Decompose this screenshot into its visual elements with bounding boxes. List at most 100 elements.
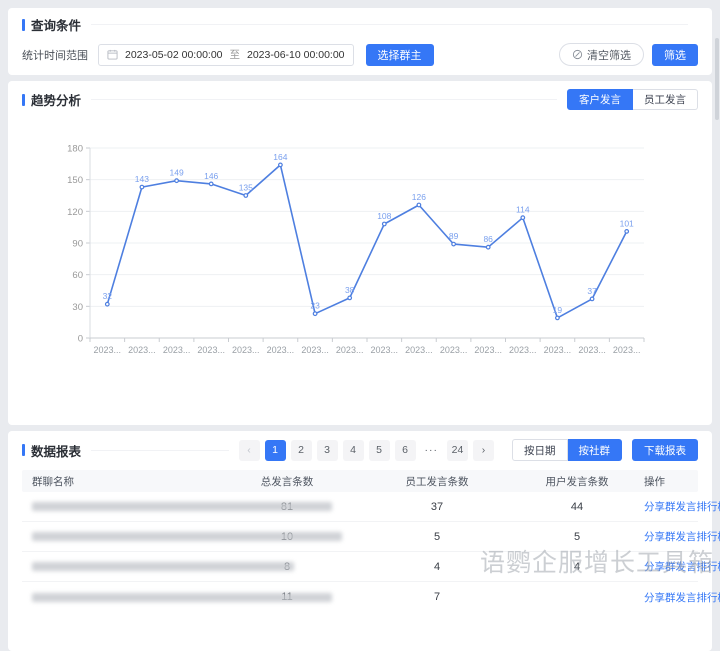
trend-line-chart: 0306090120150180322023...1432023...14920…	[56, 134, 656, 372]
report-title-text: 数据报表	[31, 441, 81, 460]
svg-text:60: 60	[72, 270, 83, 281]
title-accent-bar	[22, 94, 25, 106]
svg-text:2023...: 2023...	[197, 345, 225, 355]
svg-text:146: 146	[204, 171, 218, 181]
trend-section-title: 趋势分析	[22, 90, 81, 109]
share-ranking-link[interactable]: 分享群发言排行榜	[644, 592, 720, 604]
divider	[91, 24, 688, 25]
clear-icon	[572, 49, 583, 60]
speech-type-toggle: 客户发言 员工发言	[567, 89, 698, 110]
by-date-button[interactable]: 按日期	[512, 439, 568, 461]
toggle-customer-speech[interactable]: 客户发言	[567, 89, 633, 110]
query-section-title: 查询条件	[22, 15, 81, 34]
svg-text:2023...: 2023...	[336, 345, 364, 355]
select-group-owner-button[interactable]: 选择群主	[366, 44, 434, 66]
report-table: 群聊名称 总发言条数 员工发言条数 用户发言条数 操作 813744分享群发言排…	[22, 470, 698, 612]
report-mode-toggle: 按日期 按社群	[512, 439, 622, 461]
pagination-page-3[interactable]: 3	[317, 440, 338, 461]
svg-text:2023...: 2023...	[544, 345, 572, 355]
trend-analysis-card: 趋势分析 客户发言 员工发言 0306090120150180322023...…	[8, 81, 712, 425]
clear-filter-label: 清空筛选	[587, 47, 631, 63]
pagination-next-button[interactable]: ›	[473, 440, 494, 461]
date-separator: 至	[230, 47, 241, 62]
scrollbar-thumb[interactable]	[715, 38, 719, 120]
svg-text:164: 164	[273, 152, 287, 162]
svg-text:180: 180	[67, 144, 83, 155]
pagination-page-6[interactable]: 6	[395, 440, 416, 461]
pagination-page-4[interactable]: 4	[343, 440, 364, 461]
share-ranking-link[interactable]: 分享群发言排行榜	[644, 531, 720, 543]
svg-text:2023...: 2023...	[440, 345, 468, 355]
svg-text:2023...: 2023...	[301, 345, 329, 355]
download-report-button[interactable]: 下载报表	[632, 439, 698, 461]
share-ranking-link[interactable]: 分享群发言排行榜	[644, 561, 720, 573]
table-row: 117分享群发言排行榜	[22, 582, 698, 612]
user-messages-cell: 5	[512, 531, 642, 543]
share-ranking-link[interactable]: 分享群发言排行榜	[644, 501, 720, 513]
report-section-title: 数据报表	[22, 441, 81, 460]
query-title-text: 查询条件	[31, 15, 81, 34]
svg-text:89: 89	[449, 231, 459, 241]
svg-text:2023...: 2023...	[578, 345, 606, 355]
svg-text:86: 86	[483, 234, 493, 244]
toggle-employee-speech[interactable]: 员工发言	[633, 89, 698, 110]
query-conditions-card: 查询条件 统计时间范围 2023-05-02 00:00:00 至 2023-0…	[8, 8, 712, 75]
title-accent-bar	[22, 19, 25, 31]
blurred-text-block	[32, 532, 342, 541]
svg-text:150: 150	[67, 175, 83, 186]
chart-container: 0306090120150180322023...1432023...14920…	[22, 134, 698, 377]
divider	[91, 450, 228, 451]
clear-filter-button[interactable]: 清空筛选	[559, 43, 644, 66]
divider	[91, 99, 557, 100]
pagination-page-5[interactable]: 5	[369, 440, 390, 461]
svg-text:135: 135	[239, 183, 253, 193]
col-user-messages: 用户发言条数	[512, 474, 642, 489]
svg-text:2023...: 2023...	[128, 345, 156, 355]
date-start-value[interactable]: 2023-05-02 00:00:00	[125, 49, 223, 61]
svg-text:2023...: 2023...	[474, 345, 502, 355]
pagination-prev-button[interactable]: ‹	[239, 440, 260, 461]
table-row: 813744分享群发言排行榜	[22, 492, 698, 522]
employee-messages-cell: 37	[362, 501, 512, 513]
svg-text:2023...: 2023...	[267, 345, 295, 355]
employee-messages-cell: 5	[362, 531, 512, 543]
svg-text:30: 30	[72, 302, 83, 313]
svg-text:2023...: 2023...	[94, 345, 122, 355]
table-header-row: 群聊名称 总发言条数 员工发言条数 用户发言条数 操作	[22, 470, 698, 492]
blurred-text-block	[32, 593, 332, 602]
date-range-input[interactable]: 2023-05-02 00:00:00 至 2023-06-10 00:00:0…	[98, 44, 354, 66]
blurred-text-block	[32, 562, 294, 571]
col-actions: 操作	[642, 474, 698, 489]
svg-text:2023...: 2023...	[163, 345, 191, 355]
svg-text:114: 114	[516, 205, 530, 215]
group-name-redacted	[22, 591, 212, 603]
user-messages-cell: 44	[512, 501, 642, 513]
svg-text:38: 38	[345, 285, 355, 295]
pagination-ellipsis: ···	[421, 440, 443, 461]
pagination-page-24[interactable]: 24	[447, 440, 468, 461]
svg-text:143: 143	[135, 174, 149, 184]
svg-text:108: 108	[377, 211, 391, 221]
pagination-page-1[interactable]: 1	[265, 440, 286, 461]
svg-text:23: 23	[310, 301, 320, 311]
table-row: 1055分享群发言排行榜	[22, 522, 698, 552]
svg-text:32: 32	[103, 291, 113, 301]
svg-text:126: 126	[412, 192, 426, 202]
svg-text:101: 101	[620, 218, 634, 228]
employee-messages-cell: 7	[362, 591, 512, 603]
col-group-name: 群聊名称	[22, 474, 212, 489]
filter-button[interactable]: 筛选	[652, 44, 698, 66]
svg-text:149: 149	[170, 168, 184, 178]
svg-text:2023...: 2023...	[405, 345, 433, 355]
svg-text:2023...: 2023...	[232, 345, 260, 355]
group-name-redacted	[22, 531, 212, 543]
table-body: 813744分享群发言排行榜1055分享群发言排行榜844分享群发言排行榜117…	[22, 492, 698, 612]
svg-text:2023...: 2023...	[509, 345, 537, 355]
group-name-redacted	[22, 501, 212, 513]
pagination-page-2[interactable]: 2	[291, 440, 312, 461]
date-end-value[interactable]: 2023-06-10 00:00:00	[247, 49, 345, 61]
svg-text:120: 120	[67, 207, 83, 218]
svg-text:0: 0	[78, 334, 83, 345]
svg-text:19: 19	[553, 305, 563, 315]
by-group-button[interactable]: 按社群	[568, 439, 623, 461]
